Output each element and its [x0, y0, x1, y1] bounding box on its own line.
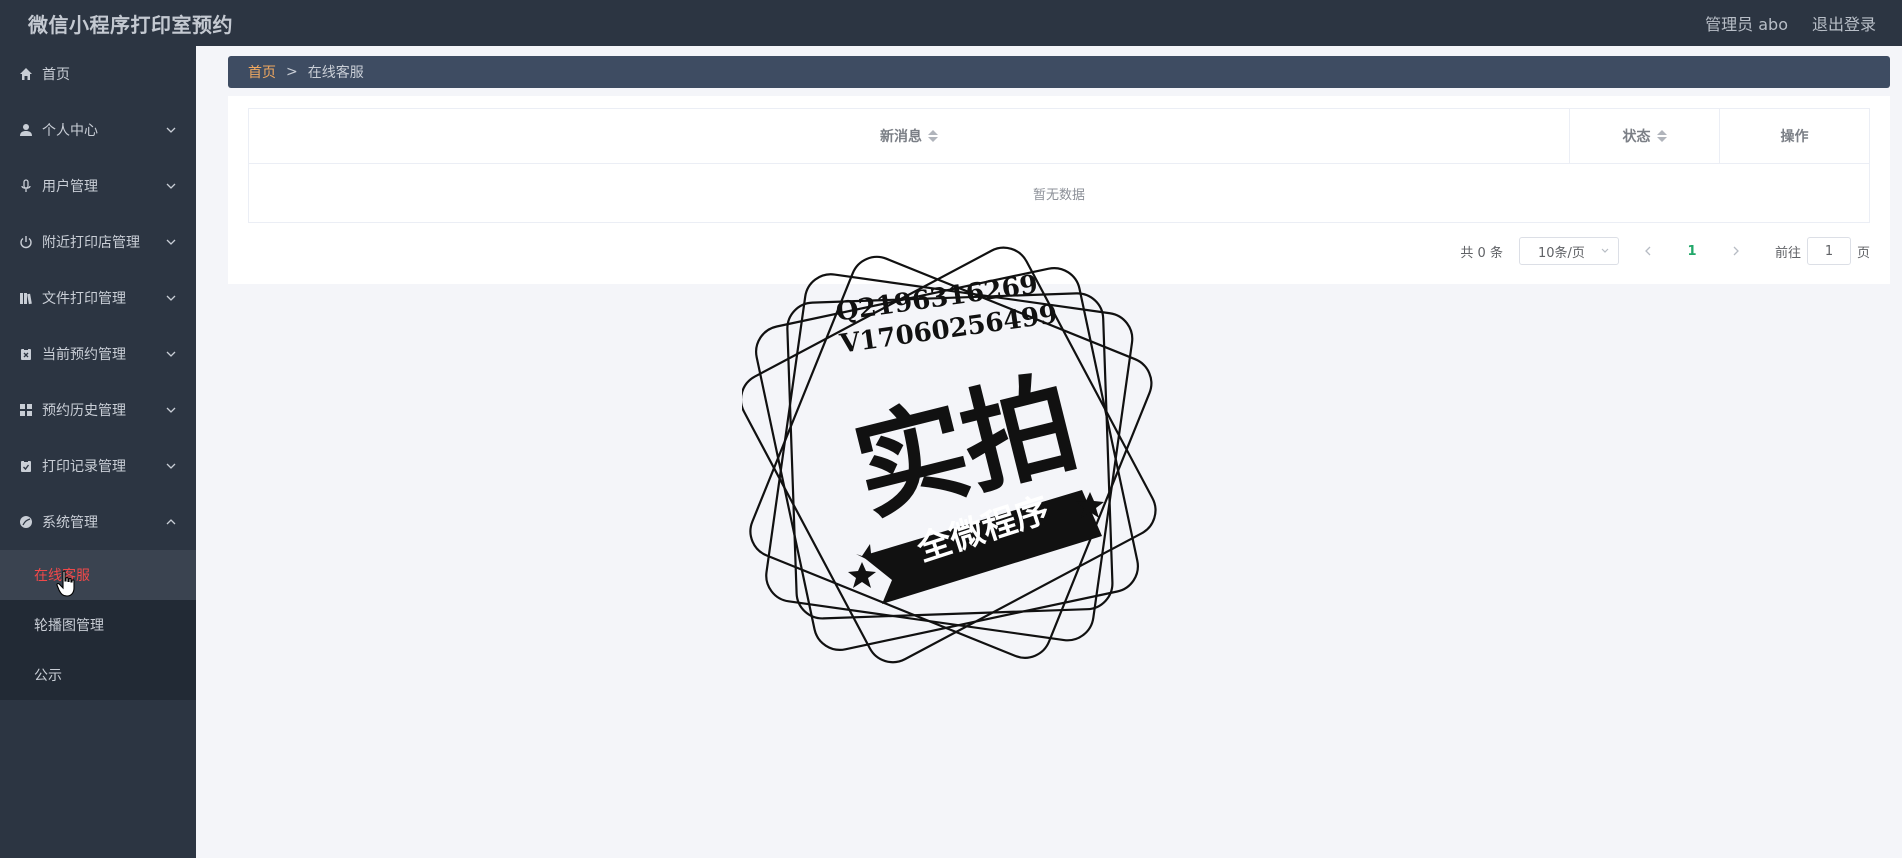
sidebar-item-nearby-shops[interactable]: 附近打印店管理 [0, 214, 196, 270]
column-header-new-message[interactable]: 新消息 [249, 109, 1570, 163]
sidebar-item-home[interactable]: 首页 [0, 46, 196, 102]
sidebar-item-file-print[interactable]: 文件打印管理 [0, 270, 196, 326]
sidebar-item-personal-center[interactable]: 个人中心 [0, 102, 196, 158]
current-user: 管理员 abo [1705, 15, 1788, 34]
sidebar-subitem-notice[interactable]: 公示 [0, 650, 196, 700]
goto-page-input[interactable] [1806, 237, 1851, 265]
sidebar-item-label: 用户管理 [42, 179, 98, 195]
sidebar-item-print-records[interactable]: 打印记录管理 [0, 438, 196, 494]
page-size-value: 10条/页 [1537, 245, 1585, 261]
chevron-down-icon [166, 125, 176, 135]
pagination: 共 0 条 10条/页 1 前往 页 [1460, 236, 1870, 266]
sidebar-item-user-management[interactable]: 用户管理 [0, 158, 196, 214]
grid-icon [19, 403, 33, 417]
user-icon [19, 123, 33, 137]
watermark-stamp: Q2196316269 V17060256499 实拍 全微程序 [742, 244, 1162, 664]
prev-page-button[interactable] [1633, 246, 1663, 256]
sidebar-item-label: 系统管理 [42, 515, 98, 531]
next-page-button[interactable] [1721, 246, 1751, 256]
page-suffix: 页 [1856, 245, 1870, 261]
table-header: 新消息 状态 操作 [249, 109, 1869, 164]
header-actions: 管理员 abo 退出登录 [1705, 11, 1876, 35]
column-header-label: 状态 [1622, 129, 1651, 145]
chevron-down-icon [166, 461, 176, 471]
sidebar: 首页 个人中心 用户管理 附近打印店管理 文件打印管理 当前预约管理 预约历史管… [0, 46, 196, 858]
sidebar-item-label: 打印记录管理 [42, 459, 126, 475]
column-header-actions: 操作 [1720, 109, 1869, 163]
empty-state: 暂无数据 [1032, 187, 1085, 203]
power-icon [19, 235, 33, 249]
sidebar-item-label: 首页 [42, 67, 70, 83]
page-number[interactable]: 1 [1677, 244, 1707, 259]
sidebar-item-label: 文件打印管理 [42, 291, 126, 307]
sidebar-item-booking-history[interactable]: 预约历史管理 [0, 382, 196, 438]
goto-label: 前往 [1774, 245, 1801, 261]
page-size-select[interactable]: 10条/页 [1518, 237, 1619, 265]
data-table: 新消息 状态 操作 暂无数据 [248, 108, 1870, 223]
sort-icon[interactable] [928, 130, 938, 142]
sidebar-subitem-carousel[interactable]: 轮播图管理 [0, 600, 196, 650]
column-header-label: 操作 [1780, 129, 1809, 145]
sidebar-item-current-booking[interactable]: 当前预约管理 [0, 326, 196, 382]
column-header-status[interactable]: 状态 [1570, 109, 1720, 163]
chevron-down-icon [166, 349, 176, 359]
logout-link[interactable]: 退出登录 [1812, 11, 1876, 35]
mic-icon [19, 179, 33, 193]
bookshelf-icon [19, 291, 33, 305]
hand-cursor-icon [56, 570, 78, 598]
chevron-down-icon [1600, 244, 1610, 259]
chevron-down-icon [166, 181, 176, 191]
home-icon [19, 67, 33, 81]
sidebar-subitem-online-service[interactable]: 在线客服 [0, 550, 196, 600]
sort-icon[interactable] [1656, 130, 1667, 142]
breadcrumb: 首页 > 在线客服 [228, 56, 1890, 88]
breadcrumb-current: 在线客服 [307, 65, 364, 81]
chevron-down-icon [166, 405, 176, 415]
top-header: 微信小程序打印室预约 管理员 abo 退出登录 [0, 0, 1902, 46]
pagination-total: 共 0 条 [1460, 245, 1503, 261]
clipboard-x-icon [19, 347, 33, 361]
sidebar-item-label: 附近打印店管理 [42, 235, 140, 251]
sidebar-item-label: 个人中心 [42, 123, 98, 139]
breadcrumb-home-link[interactable]: 首页 [248, 62, 276, 82]
sidebar-item-label: 预约历史管理 [42, 403, 126, 419]
sidebar-item-system-management[interactable]: 系统管理 [0, 494, 196, 550]
app-title: 微信小程序打印室预约 [28, 12, 233, 37]
column-header-label: 新消息 [880, 129, 922, 145]
clipboard-check-icon [19, 459, 33, 473]
leaf-icon [19, 515, 33, 529]
chevron-down-icon [166, 237, 176, 247]
chevron-down-icon [166, 293, 176, 303]
sidebar-item-label: 当前预约管理 [42, 347, 126, 363]
breadcrumb-separator: > [286, 64, 298, 80]
chevron-up-icon [166, 517, 176, 527]
